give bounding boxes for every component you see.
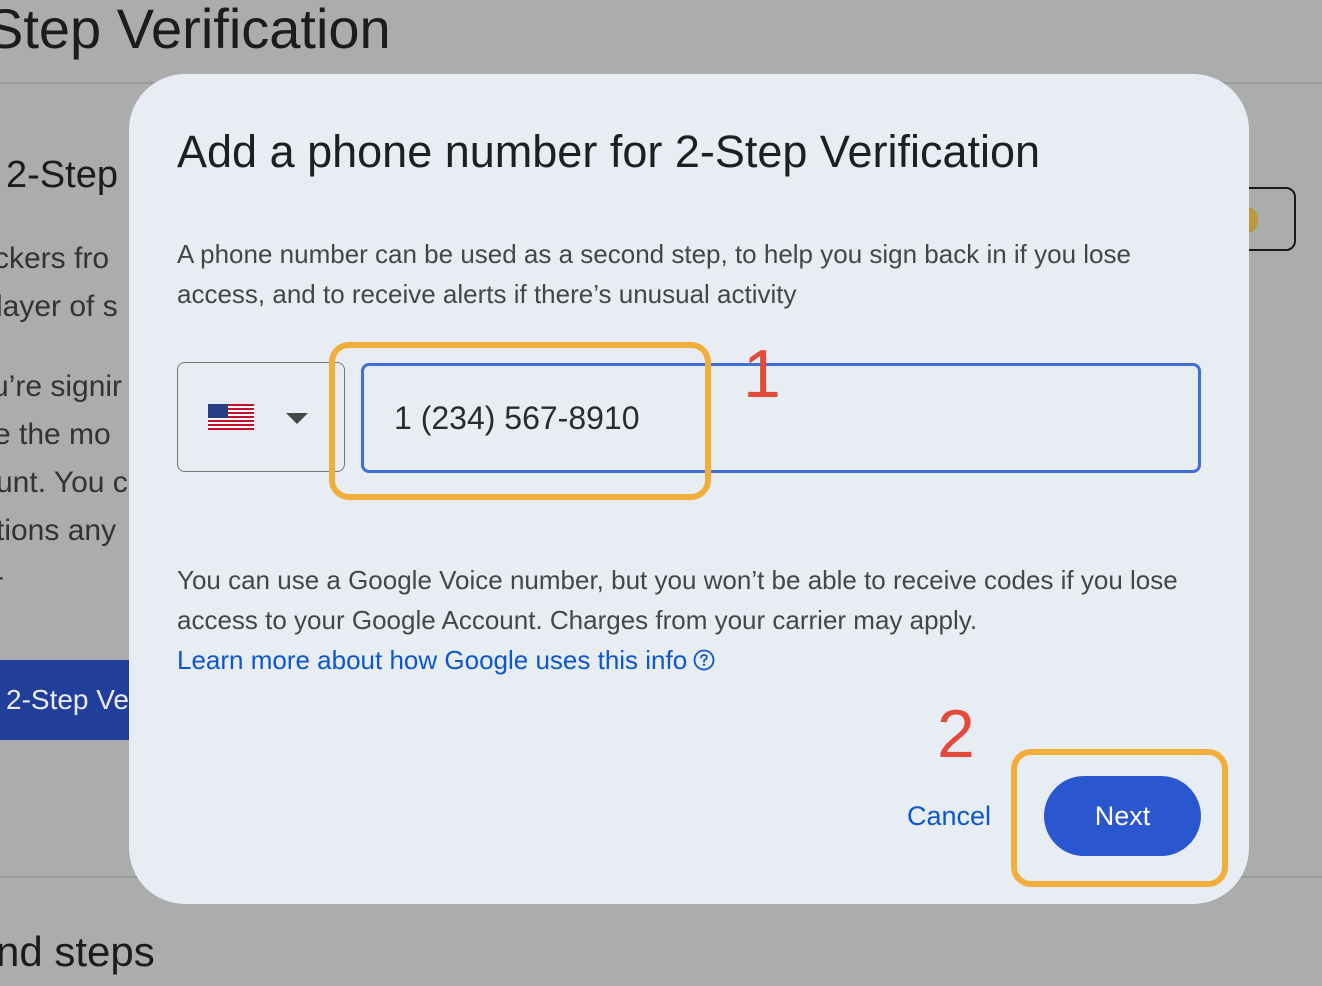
phone-number-input[interactable] xyxy=(361,363,1201,473)
background-text-line: unt. You c xyxy=(0,466,128,499)
next-button[interactable]: Next xyxy=(1044,776,1201,856)
background-text-line: tions any xyxy=(0,514,117,547)
country-code-select[interactable] xyxy=(177,362,345,472)
step-marker-2: 2 xyxy=(937,696,975,772)
arrow-drop-down-icon xyxy=(286,413,308,424)
dialog-description: A phone number can be used as a second s… xyxy=(177,239,1131,309)
add-phone-dialog: Add a phone number for 2-Step Verificati… xyxy=(129,74,1249,904)
background-section-title: 2-Step xyxy=(6,154,118,196)
step-marker-1: 1 xyxy=(743,336,781,412)
background-text-line: ckers fro xyxy=(0,242,110,275)
background-text-line: u’re signir xyxy=(0,370,123,403)
background-text-line: e the mo xyxy=(0,418,111,451)
background-page-title: Step Verification xyxy=(0,0,391,60)
background-bottom-title: nd steps xyxy=(0,928,155,975)
background-text-line: layer of s xyxy=(0,290,118,323)
background-text-line: - xyxy=(0,560,4,594)
us-flag-icon xyxy=(208,404,254,430)
help-circle-icon xyxy=(693,649,715,671)
cancel-button[interactable]: Cancel xyxy=(901,792,997,840)
google-voice-note: You can use a Google Voice number, but y… xyxy=(177,565,1178,635)
dialog-title: Add a phone number for 2-Step Verificati… xyxy=(177,126,1041,177)
learn-more-link[interactable]: Learn more about how Google uses this in… xyxy=(177,640,715,680)
learn-more-label: Learn more about how Google uses this in… xyxy=(177,645,688,675)
